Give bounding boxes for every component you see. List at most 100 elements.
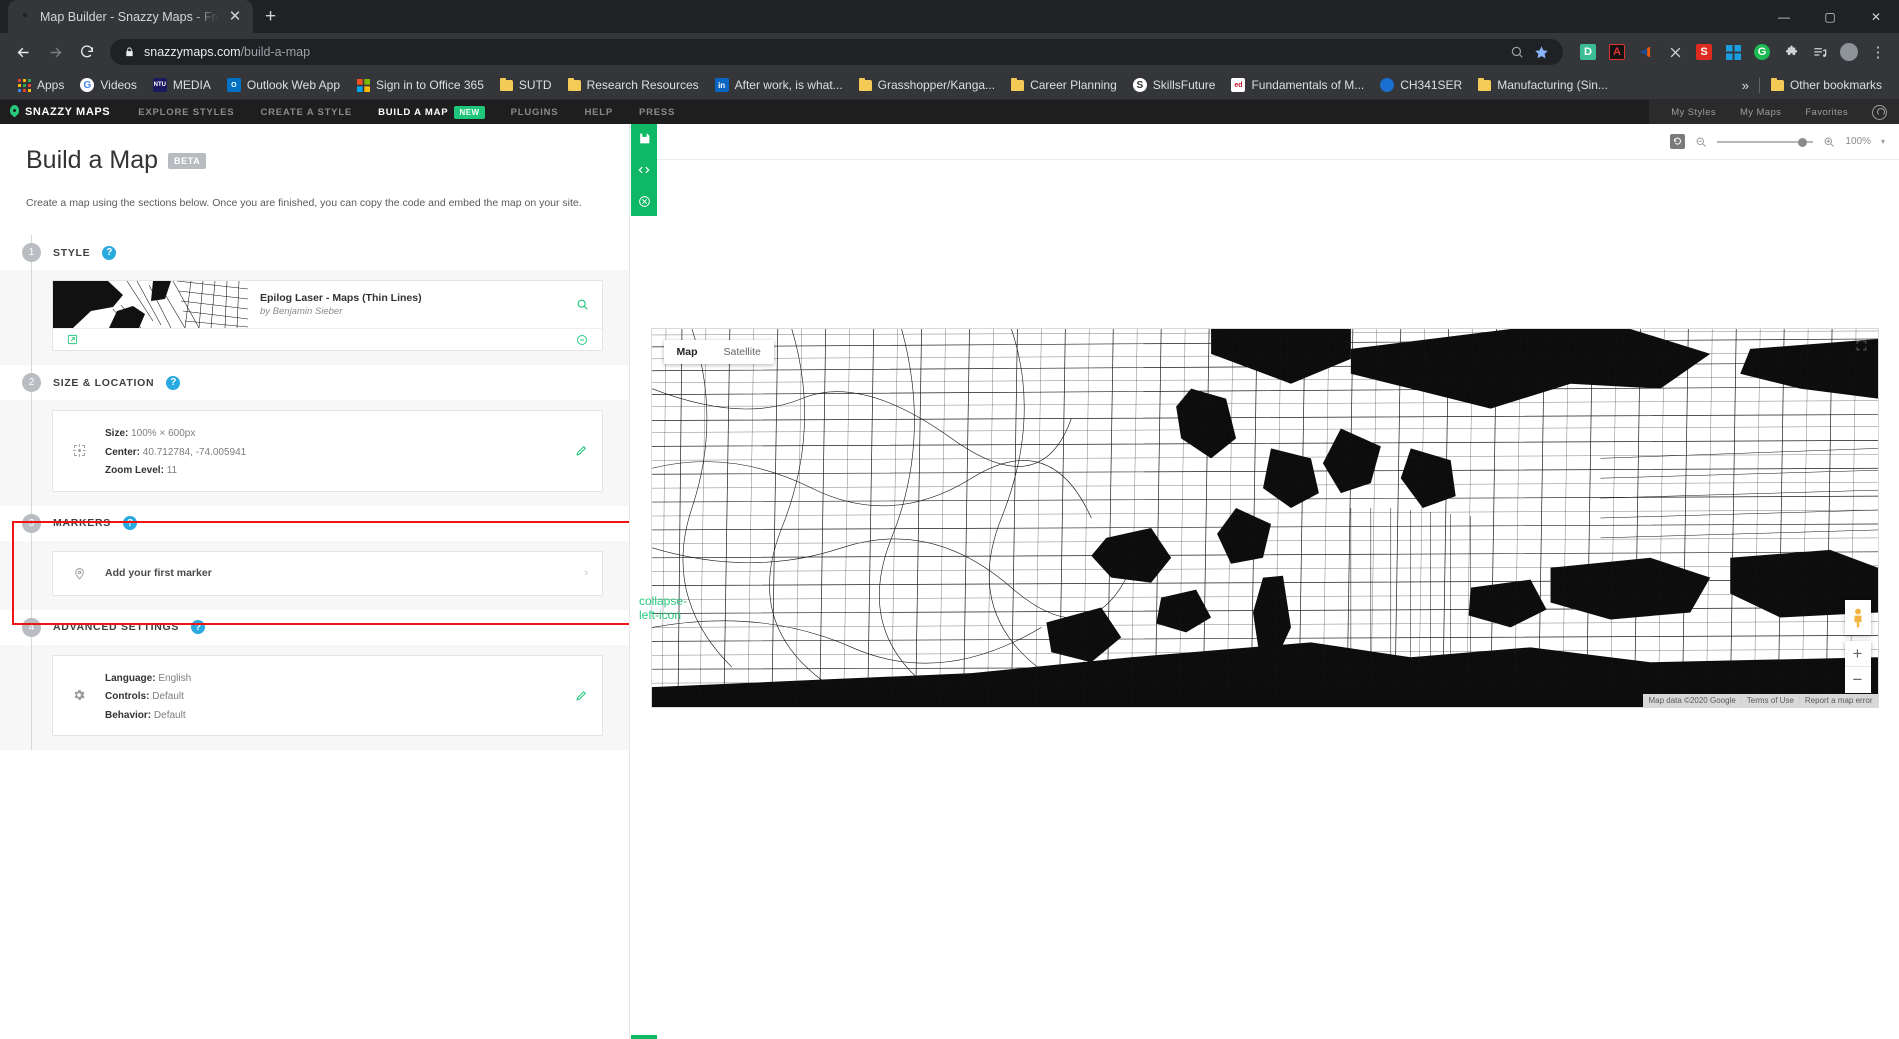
linkedin-icon: in — [714, 78, 729, 92]
report-map-error-link[interactable]: Report a map error — [1798, 694, 1878, 707]
map-canvas[interactable]: Map Satellite + − Map data ©2020 Google … — [650, 328, 1879, 708]
new-tab-button[interactable]: + — [253, 7, 288, 33]
account-avatar-icon[interactable] — [1872, 104, 1887, 120]
map-type-map[interactable]: Map — [664, 340, 711, 364]
bookmarks-overflow-icon[interactable]: » — [1735, 78, 1756, 93]
bookmark-after-work[interactable]: in After work, is what... — [707, 74, 851, 97]
bookmark-office365[interactable]: Sign in to Office 365 — [348, 74, 492, 97]
style-author: by Benjamin Sieber — [260, 306, 343, 317]
map-zoom-in-button[interactable]: + — [1844, 641, 1871, 667]
reset-icon[interactable] — [1670, 134, 1686, 149]
step-size-location-header[interactable]: 2 SIZE & LOCATION ? — [0, 365, 629, 400]
bookmark-grasshopper[interactable]: Grasshopper/Kanga... — [851, 74, 1003, 97]
windows-extension-icon[interactable] — [1720, 39, 1746, 65]
browser-tab[interactable]: Map Builder - Snazzy Maps - Free ✕ — [8, 0, 253, 33]
nav-create-a-style[interactable]: CREATE A STYLE — [260, 107, 352, 118]
bookmark-fundamentals[interactable]: ed Fundamentals of M... — [1223, 74, 1372, 97]
bookmark-career-planning[interactable]: Career Planning — [1003, 74, 1125, 97]
folder-icon — [858, 77, 872, 91]
pencil-icon[interactable] — [575, 444, 588, 457]
snazzy-maps-logo[interactable]: SNAZZY MAPS — [10, 105, 110, 119]
bookmark-ch341ser[interactable]: CH341SER — [1372, 74, 1470, 97]
help-icon[interactable]: ? — [166, 375, 181, 390]
bookmark-media[interactable]: NTU MEDIA — [145, 74, 219, 97]
nav-build-a-map[interactable]: BUILD A MAP NEW — [378, 105, 485, 119]
zoom-out-icon[interactable] — [1695, 136, 1707, 148]
map-type-toggle: Map Satellite — [663, 340, 774, 364]
pencil-icon[interactable] — [575, 689, 588, 702]
chevron-down-icon[interactable]: ▾ — [1881, 137, 1885, 146]
folder-icon — [499, 77, 513, 91]
reading-list-icon[interactable] — [1807, 39, 1833, 65]
profile-avatar-icon[interactable] — [1836, 39, 1862, 65]
bookmark-outlook-web-app[interactable]: O Outlook Web App — [219, 74, 348, 97]
puzzle-extensions-icon[interactable] — [1778, 39, 1804, 65]
street-view-pegman-icon[interactable] — [1844, 600, 1871, 635]
maximize-button[interactable]: ▢ — [1807, 0, 1853, 33]
terms-of-use-link[interactable]: Terms of Use — [1740, 694, 1799, 707]
docs-extension-icon[interactable]: D — [1575, 39, 1601, 65]
step-size-location-body: Size: 100% × 600px Center: 40.712784, -7… — [0, 400, 629, 506]
nav-plugins[interactable]: PLUGINS — [511, 107, 559, 118]
help-icon[interactable]: ? — [123, 516, 137, 530]
collapse-left-icon[interactable]: collapse-left-icon — [639, 594, 687, 622]
forward-icon[interactable] — [40, 37, 70, 67]
advanced-settings-card[interactable]: Language: English Controls: Default Beha… — [52, 654, 603, 736]
nav-favorites[interactable]: Favorites — [1805, 107, 1848, 118]
add-marker-button[interactable]: Add your first marker › — [52, 550, 603, 596]
chevron-right-icon[interactable]: › — [584, 567, 588, 579]
help-icon[interactable]: ? — [102, 245, 117, 260]
bookmark-manufacturing[interactable]: Manufacturing (Sin... — [1470, 74, 1616, 97]
bookmark-label: MEDIA — [172, 78, 211, 92]
step-style-header[interactable]: 1 STYLE ? — [0, 235, 629, 270]
other-bookmarks-folder[interactable]: Other bookmarks — [1763, 74, 1890, 97]
grammarly-extension-icon[interactable]: G — [1749, 39, 1775, 65]
bookmark-research-resources[interactable]: Research Resources — [560, 74, 707, 97]
folder-icon — [1011, 77, 1025, 91]
zoom-in-icon[interactable] — [1823, 136, 1835, 148]
bookmark-sutd[interactable]: SUTD — [492, 74, 560, 97]
zoom-percent-label: 100% — [1845, 136, 1871, 147]
save-icon[interactable] — [638, 132, 651, 145]
s-extension-icon[interactable]: S — [1691, 39, 1717, 65]
code-icon[interactable] — [637, 163, 651, 177]
address-bar[interactable]: snazzymaps.com/build-a-map — [110, 39, 1563, 65]
map-zoom-out-button[interactable]: − — [1845, 667, 1871, 693]
search-icon[interactable] — [1510, 45, 1524, 59]
nav-my-styles[interactable]: My Styles — [1671, 107, 1716, 118]
zoom-slider[interactable] — [1717, 136, 1814, 148]
zoom-slider-knob[interactable] — [1798, 137, 1808, 147]
size-location-card[interactable]: Size: 100% × 600px Center: 40.712784, -7… — [52, 410, 603, 492]
nav-explore-styles[interactable]: EXPLORE STYLES — [138, 107, 234, 118]
bookmark-skillsfuture[interactable]: S SkillsFuture — [1125, 74, 1224, 97]
close-icon[interactable]: ✕ — [227, 9, 243, 24]
step-style-body: Epilog Laser - Maps (Thin Lines) by Benj… — [0, 270, 629, 365]
help-floating-button[interactable]: ? — [631, 1035, 657, 1039]
zoom-value: 11 — [166, 465, 178, 476]
bookmark-apps[interactable]: Apps — [9, 74, 72, 97]
nav-my-maps[interactable]: My Maps — [1740, 107, 1781, 118]
nav-help[interactable]: HELP — [584, 107, 613, 118]
window-close-button[interactable]: ✕ — [1853, 0, 1899, 33]
style-card[interactable]: Epilog Laser - Maps (Thin Lines) by Benj… — [52, 280, 603, 351]
nav-press[interactable]: PRESS — [639, 107, 675, 118]
target-icon[interactable] — [638, 195, 651, 208]
minus-circle-icon[interactable] — [576, 334, 588, 346]
step-advanced-header[interactable]: 4 ADVANCED SETTINGS ? — [0, 610, 629, 645]
close-x-extension-icon[interactable] — [1662, 39, 1688, 65]
help-icon[interactable]: ? — [191, 620, 206, 634]
bookmark-videos[interactable]: G Videos — [72, 74, 144, 97]
minimize-button[interactable]: — — [1761, 0, 1807, 33]
adobe-acrobat-icon[interactable]: A — [1604, 39, 1630, 65]
external-link-icon[interactable] — [67, 334, 78, 345]
map-type-satellite[interactable]: Satellite — [711, 340, 774, 364]
search-icon[interactable] — [562, 281, 602, 328]
back-icon[interactable] — [8, 37, 38, 67]
step-markers-header[interactable]: 3 MARKERS ? — [0, 506, 629, 541]
star-icon[interactable] — [1534, 45, 1549, 60]
url-domain: snazzymaps.com — [144, 45, 241, 59]
fullscreen-icon[interactable] — [1855, 339, 1868, 352]
reload-icon[interactable] — [72, 37, 102, 67]
chrome-menu-icon[interactable]: ⋮ — [1865, 39, 1891, 65]
megaphone-extension-icon[interactable] — [1633, 39, 1659, 65]
